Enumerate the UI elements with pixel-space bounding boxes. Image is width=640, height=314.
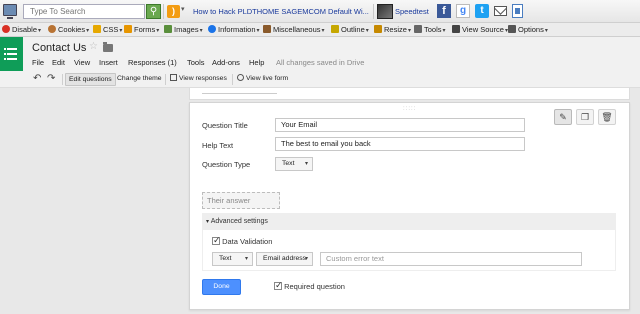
menu-addons[interactable]: Add-ons bbox=[212, 58, 240, 67]
answer-preview: Their answer bbox=[202, 192, 280, 209]
monitor-icon[interactable] bbox=[3, 4, 17, 19]
data-validation-checkbox[interactable] bbox=[212, 235, 221, 246]
drag-handle-icon[interactable]: ::::: bbox=[403, 106, 416, 112]
browser-toolbar: ⚲ ) ▾ How to Hack PLDTHOME SAGEMCOM Defa… bbox=[0, 0, 640, 23]
question-title-label: Question Title bbox=[202, 121, 248, 130]
outline-icon bbox=[331, 25, 339, 33]
star-icon[interactable]: ☆ bbox=[89, 41, 98, 52]
table-icon bbox=[170, 74, 177, 81]
custom-error-input[interactable]: Custom error text bbox=[320, 252, 582, 266]
menu-edit[interactable]: Edit bbox=[52, 58, 65, 67]
view-live-form-button[interactable]: View live form bbox=[234, 73, 291, 86]
help-text-label: Help Text bbox=[202, 141, 234, 150]
webdev-images[interactable]: Images▾ bbox=[164, 24, 203, 36]
google-icon[interactable]: g bbox=[456, 4, 470, 18]
webdev-disable[interactable]: Disable▾ bbox=[2, 24, 41, 36]
edit-pencil-icon[interactable]: ✎ bbox=[554, 109, 572, 125]
live-form-icon bbox=[237, 74, 244, 81]
disable-icon bbox=[2, 25, 10, 33]
search-input[interactable] bbox=[24, 5, 144, 18]
question-type-select[interactable]: Text ▾ bbox=[275, 157, 313, 171]
form-toolbar: ↶ ↷ Edit questions Change theme View res… bbox=[0, 71, 640, 88]
source-icon bbox=[452, 25, 460, 33]
duplicate-icon[interactable]: ❐ bbox=[576, 109, 594, 125]
done-button[interactable]: Done bbox=[202, 279, 241, 295]
menu-help[interactable]: Help bbox=[249, 58, 264, 67]
chevron-down-icon[interactable]: ▾ bbox=[181, 5, 185, 13]
webdev-options[interactable]: Options▾ bbox=[508, 24, 548, 36]
required-checkbox[interactable] bbox=[274, 280, 283, 291]
document-icon[interactable] bbox=[512, 4, 523, 18]
save-status: All changes saved in Drive bbox=[276, 58, 365, 67]
change-theme-button[interactable]: Change theme bbox=[114, 73, 165, 86]
edit-questions-button[interactable]: Edit questions bbox=[65, 73, 116, 86]
twitter-icon[interactable]: t bbox=[475, 4, 489, 18]
chevron-down-icon: ▾ bbox=[304, 256, 308, 262]
webdev-toolbar: Disable▾ Cookies▾ CSS▾ Forms▾ Images▾ In… bbox=[0, 23, 640, 37]
css-icon bbox=[93, 25, 101, 33]
menu-file[interactable]: File bbox=[32, 58, 44, 67]
forms-icon bbox=[124, 25, 132, 33]
webdev-css[interactable]: CSS▾ bbox=[93, 24, 122, 36]
webdev-cookies[interactable]: Cookies▾ bbox=[48, 24, 89, 36]
redo-icon[interactable]: ↷ bbox=[47, 74, 55, 84]
search-box[interactable] bbox=[23, 4, 145, 19]
folder-icon[interactable] bbox=[103, 42, 113, 52]
speedtest-icon[interactable] bbox=[377, 4, 393, 19]
docs-header: Contact Us ☆ File Edit View Insert Respo… bbox=[0, 37, 640, 71]
undo-icon[interactable]: ↶ bbox=[33, 74, 41, 84]
previous-question-card[interactable] bbox=[189, 88, 630, 100]
mail-icon[interactable] bbox=[494, 6, 507, 16]
menu-insert[interactable]: Insert bbox=[99, 58, 118, 67]
toolbar-divider bbox=[163, 4, 164, 19]
options-icon bbox=[508, 25, 516, 33]
bookmark-link[interactable]: How to Hack PLDTHOME SAGEMCOM Default Wi… bbox=[193, 7, 369, 16]
webdev-tools[interactable]: Tools▾ bbox=[414, 24, 446, 36]
question-editor-card: ::::: ✎ ❐ 🗑 Question Title Your Email He… bbox=[189, 102, 630, 310]
forms-app-icon[interactable] bbox=[0, 37, 23, 71]
advanced-settings-toggle[interactable]: ▾ Advanced settings bbox=[202, 213, 616, 230]
data-validation-row[interactable]: Data Validation bbox=[212, 235, 272, 246]
question-title-input[interactable]: Your Email bbox=[275, 118, 525, 132]
validation-type-select[interactable]: Text ▾ bbox=[212, 252, 253, 266]
toolbar-divider bbox=[373, 4, 374, 19]
webdev-resize[interactable]: Resize▾ bbox=[374, 24, 411, 36]
speedtest-link[interactable]: Speedtest bbox=[395, 7, 429, 16]
validation-rule-select[interactable]: Email address ▾ bbox=[256, 252, 313, 266]
webdev-outline[interactable]: Outline▾ bbox=[331, 24, 369, 36]
webdev-information[interactable]: Information▾ bbox=[208, 24, 260, 36]
menu-responses[interactable]: Responses (1) bbox=[128, 58, 177, 67]
webdev-view-source[interactable]: View Source▾ bbox=[452, 24, 508, 36]
question-type-label: Question Type bbox=[202, 160, 251, 169]
misc-icon bbox=[263, 25, 271, 33]
cookie-icon bbox=[48, 25, 56, 33]
search-go-icon[interactable]: ⚲ bbox=[146, 4, 161, 19]
tools-icon bbox=[414, 25, 422, 33]
toolbar-divider bbox=[232, 74, 233, 85]
view-responses-button[interactable]: View responses bbox=[167, 73, 230, 86]
toolbar-divider bbox=[62, 74, 63, 85]
toolbar-divider bbox=[165, 74, 166, 85]
rss-icon[interactable]: ) bbox=[167, 5, 180, 18]
required-question-row[interactable]: Required question bbox=[274, 280, 345, 291]
facebook-icon[interactable]: f bbox=[437, 4, 451, 18]
chevron-down-icon: ▾ bbox=[304, 161, 308, 167]
advanced-settings-panel: Data Validation Text▾ Email address▾ Cus… bbox=[202, 230, 616, 271]
menu-view[interactable]: View bbox=[74, 58, 90, 67]
images-icon bbox=[164, 25, 172, 33]
chevron-down-icon: ▾ bbox=[244, 256, 248, 262]
webdev-miscellaneous[interactable]: Miscellaneous▾ bbox=[263, 24, 325, 36]
menu-tools[interactable]: Tools bbox=[187, 58, 205, 67]
resize-icon bbox=[374, 25, 382, 33]
help-text-input[interactable]: The best to email you back bbox=[275, 137, 525, 151]
webdev-forms[interactable]: Forms▾ bbox=[124, 24, 159, 36]
trash-icon[interactable]: 🗑 bbox=[598, 109, 616, 125]
info-icon bbox=[208, 25, 216, 33]
document-title[interactable]: Contact Us bbox=[32, 42, 86, 54]
